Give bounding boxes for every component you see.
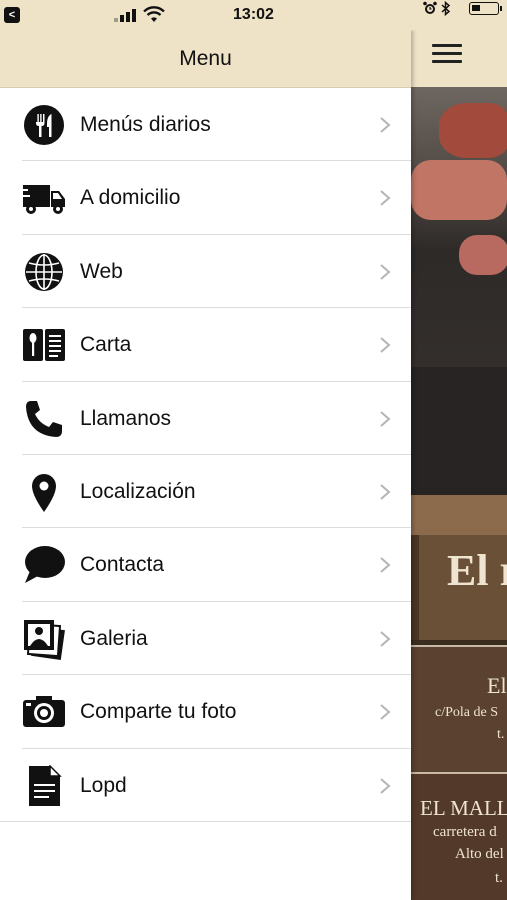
menu-item-web[interactable]: Web (22, 235, 411, 309)
camera-icon (22, 691, 66, 733)
chevron-right-icon (380, 190, 391, 207)
menu-item-carta[interactable]: Carta (22, 308, 411, 382)
card-phone: t. (495, 870, 503, 886)
bluetooth-icon (441, 1, 451, 16)
chevron-right-icon (380, 337, 391, 353)
menu-item-label: Lopd (80, 773, 127, 797)
delivery-truck-icon (22, 177, 66, 219)
menu-header: Menu (0, 30, 411, 88)
background-page-header (411, 30, 507, 87)
sign-text: El r (447, 546, 507, 595)
location-card[interactable]: El c/Pola de S t. (411, 645, 507, 772)
battery-icon (469, 2, 502, 15)
menu-item-label: Contacta (80, 553, 165, 577)
chevron-right-icon (380, 117, 391, 133)
globe-icon (22, 251, 66, 293)
menu-item-label: Llamanos (80, 406, 172, 430)
card-phone: t. (497, 727, 505, 742)
menu-card-icon (22, 324, 66, 366)
menu-item-label: Menús diarios (80, 113, 211, 136)
menu-item-label: Carta (80, 333, 132, 357)
card-address: c/Pola de S (435, 705, 498, 720)
hamburger-menu-icon[interactable] (432, 44, 462, 64)
menu-item-label: A domicilio (80, 186, 181, 210)
menu-item-a-domicilio[interactable]: A domicilio (22, 161, 411, 235)
menu-item-comparte-tu-foto[interactable]: Comparte tu foto (22, 675, 411, 749)
menu-item-menus-diarios[interactable]: Menús diarios (22, 88, 411, 162)
menu-item-contacta[interactable]: Contacta (22, 528, 411, 602)
card-title: EL MALLU (420, 796, 507, 820)
menu-item-label: Web (80, 259, 123, 283)
chevron-right-icon (380, 484, 391, 500)
location-card[interactable]: EL MALLU carretera d Alto del t. (411, 772, 507, 900)
photo-detail (411, 160, 507, 220)
side-menu-panel: Menu Menús diarios A domicilio Web Carta… (0, 30, 411, 900)
document-icon (22, 763, 66, 807)
chevron-right-icon (380, 704, 391, 720)
chevron-right-icon (380, 557, 391, 574)
photo-gallery-icon (22, 618, 66, 660)
menu-item-label: Galeria (80, 626, 148, 650)
alarm-icon (423, 1, 437, 14)
phone-icon (22, 398, 66, 440)
chevron-right-icon (380, 410, 391, 427)
menu-item-localizacion[interactable]: Localización (22, 455, 411, 529)
status-bar: < 13:02 (0, 0, 507, 30)
menu-item-llamanos[interactable]: Llamanos (22, 382, 411, 455)
menu-item-label: Localización (80, 479, 196, 503)
chevron-right-icon (380, 264, 391, 280)
restaurant-sign: El r (411, 535, 507, 640)
map-pin-icon (22, 471, 66, 513)
menu-item-galeria[interactable]: Galeria (22, 602, 411, 676)
chat-bubble-icon (22, 544, 66, 586)
card-title: El (487, 673, 507, 698)
card-address: Alto del (455, 846, 504, 862)
card-address: carretera d (433, 824, 497, 840)
menu-item-label: Comparte tu foto (80, 700, 237, 724)
photo-detail (459, 235, 507, 275)
background-page: El r El c/Pola de S t. EL MALLU carreter… (411, 0, 507, 900)
photo-detail (439, 103, 507, 158)
chevron-right-icon (380, 777, 391, 794)
menu-item-lopd[interactable]: Lopd (0, 749, 411, 822)
cutlery-icon (22, 104, 66, 146)
wood-banner (411, 495, 507, 535)
photo-detail (411, 367, 507, 495)
menu-list: Menús diarios A domicilio Web Carta Llam… (0, 88, 411, 822)
menu-title: Menu (179, 47, 232, 70)
chevron-right-icon (380, 630, 391, 647)
